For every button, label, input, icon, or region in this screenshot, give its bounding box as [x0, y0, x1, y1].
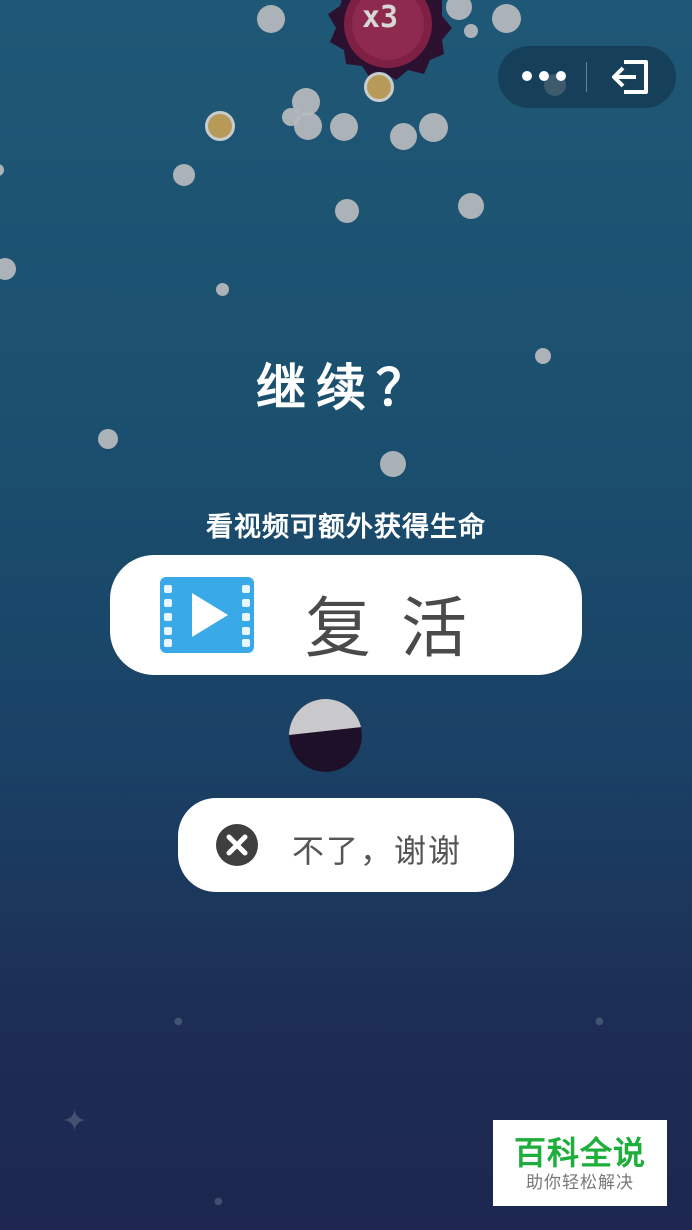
coin [205, 111, 235, 141]
more-dots-icon[interactable] [522, 64, 566, 88]
sparkle-decoration: ● [214, 1196, 223, 1207]
ball [464, 24, 478, 38]
sparkle-decoration: ● [174, 1016, 183, 1027]
revive-hint: 看视频可额外获得生命 [206, 512, 486, 543]
ball [390, 123, 417, 150]
sparkle-decoration: ● [595, 1016, 604, 1027]
close-circle-icon [215, 823, 259, 867]
ball [419, 113, 448, 142]
decline-label: 不了，谢谢 [292, 832, 463, 870]
ball [446, 0, 472, 20]
ball [257, 5, 285, 33]
watermark-tagline: 助你轻松解决 [526, 1173, 634, 1193]
video-play-icon [160, 577, 254, 653]
miniprogram-capsule [498, 46, 676, 108]
revive-label: 复活 [305, 590, 497, 667]
ball [294, 112, 322, 140]
ball [458, 193, 484, 219]
watermark-logo: 百科全说 助你轻松解决 [493, 1120, 667, 1206]
revive-button[interactable]: 复活 [110, 555, 582, 675]
ball [380, 451, 406, 477]
decline-button[interactable]: 不了，谢谢 [178, 798, 514, 892]
player-ball [289, 699, 362, 772]
ball [335, 199, 359, 223]
boss-enemy: x3 [322, 0, 454, 80]
multiplier-label: x3 [362, 0, 399, 35]
watermark-brand: 百科全说 [513, 1134, 646, 1172]
continue-title: 继续？ [256, 359, 436, 417]
exit-icon[interactable] [610, 59, 650, 95]
ball [0, 258, 16, 280]
sparkle-decoration: ✦ [62, 1104, 88, 1139]
ball [0, 164, 4, 176]
ball [216, 283, 229, 296]
ball [492, 4, 521, 33]
capsule-divider [586, 62, 587, 92]
coin [364, 72, 394, 102]
ball [173, 164, 195, 186]
ball [330, 113, 358, 141]
ball [98, 429, 118, 449]
